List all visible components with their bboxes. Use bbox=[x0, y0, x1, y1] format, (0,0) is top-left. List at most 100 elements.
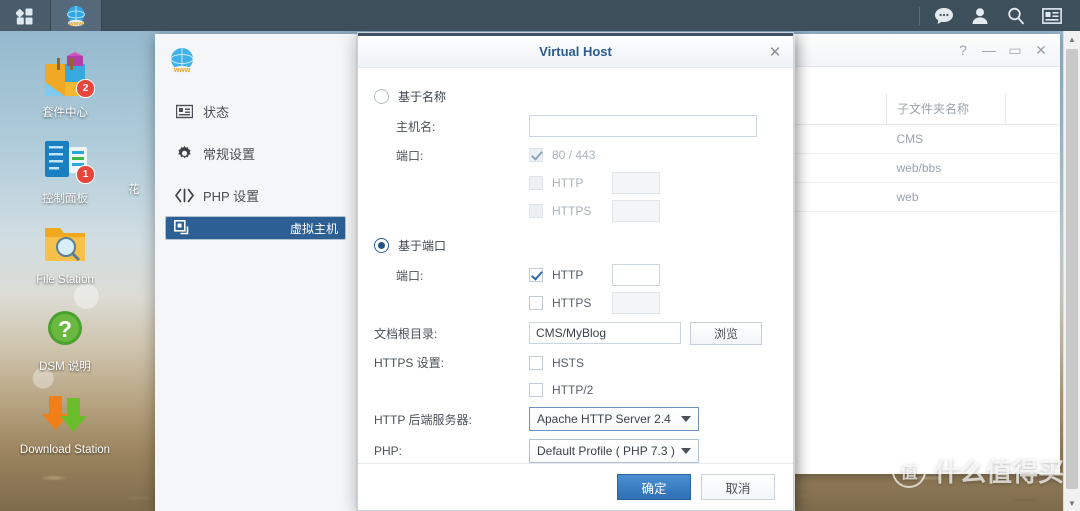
desktop-icon-package-center[interactable]: 2 套件中心 bbox=[10, 48, 120, 120]
desktop-icon-control-panel[interactable]: 1 控制面板 bbox=[10, 134, 120, 206]
http2-label: HTTP/2 bbox=[552, 382, 594, 397]
download-station-icon bbox=[37, 388, 93, 440]
table-row[interactable]: CMS bbox=[786, 124, 1060, 154]
table-header-cell[interactable] bbox=[786, 93, 887, 125]
desktop-icon-dsm-help[interactable]: ? DSM 说明 bbox=[10, 302, 120, 374]
port-based-port-label: 端口: bbox=[396, 268, 424, 283]
port-http-checkbox[interactable] bbox=[529, 268, 543, 282]
dialog-body: 基于名称 主机名: 端口: 80 / 443 HTTP HTTPS 基于端口 端… bbox=[358, 68, 793, 467]
background-window-body: 子文件夹名称 CMS web/bbs web bbox=[786, 67, 1060, 212]
dsm-help-icon: ? bbox=[37, 302, 93, 354]
control-panel-icon: 1 bbox=[37, 134, 95, 186]
port-based-radio-row[interactable]: 基于端口 bbox=[374, 230, 775, 261]
sidebar-item-general-settings[interactable]: 常规设置 bbox=[165, 132, 346, 174]
main-menu-button[interactable] bbox=[0, 0, 51, 31]
table-cell: CMS bbox=[886, 124, 1006, 154]
hostname-row: 主机名: bbox=[374, 111, 775, 141]
file-station-icon bbox=[37, 218, 93, 270]
name-http-checkbox[interactable] bbox=[529, 176, 543, 190]
table-cell bbox=[786, 124, 887, 154]
name-based-port-label: 端口: bbox=[396, 148, 424, 163]
background-window[interactable]: ? — ▭ ✕ 子文件夹名称 CMS web/bbs web bbox=[786, 34, 1060, 474]
desktop-icon-label: 套件中心 bbox=[42, 107, 88, 119]
port-https-checkbox[interactable] bbox=[529, 296, 543, 310]
svg-text:www: www bbox=[173, 67, 191, 74]
widgets-icon[interactable] bbox=[1034, 0, 1070, 31]
php-label: PHP: bbox=[374, 444, 403, 458]
hsts-checkbox[interactable] bbox=[529, 355, 543, 370]
backend-label: HTTP 后端服务器: bbox=[374, 412, 472, 427]
desktop-icon-label: File Station bbox=[36, 274, 94, 286]
gear-icon bbox=[175, 144, 194, 163]
name-https-checkbox[interactable] bbox=[529, 204, 543, 218]
virtual-host-dialog[interactable]: Virtual Host ✕ 基于名称 主机名: 端口: 80 / 443 HT… bbox=[357, 32, 794, 511]
php-select-value: Default Profile ( PHP 7.3 ) bbox=[537, 444, 675, 458]
port-https-input[interactable] bbox=[612, 292, 660, 314]
hsts-row: HTTPS 设置: HSTS bbox=[374, 349, 775, 376]
port-http-label: HTTP bbox=[552, 268, 584, 282]
web-station-sidebar: www 状态 常规设置 PHP 设置 虚拟主机 bbox=[155, 34, 357, 511]
scrollbar-thumb[interactable] bbox=[1066, 49, 1078, 489]
sidebar-item-label: 常规设置 bbox=[203, 146, 256, 162]
port-default-checkbox[interactable] bbox=[529, 148, 543, 162]
search-icon[interactable] bbox=[998, 0, 1034, 31]
table-header-cell[interactable]: 子文件夹名称 bbox=[886, 93, 1006, 125]
table-cell bbox=[1005, 182, 1060, 212]
name-https-port-input[interactable] bbox=[612, 200, 660, 222]
close-icon[interactable]: ✕ bbox=[765, 42, 785, 62]
http2-row: HTTP/2 bbox=[374, 376, 775, 403]
close-icon[interactable]: ✕ bbox=[1028, 37, 1054, 63]
backend-select[interactable]: Apache HTTP Server 2.4 bbox=[529, 407, 699, 431]
maximize-icon[interactable]: ▭ bbox=[1002, 37, 1028, 63]
http2-checkbox[interactable] bbox=[529, 382, 543, 397]
minimize-icon[interactable]: — bbox=[976, 37, 1002, 63]
name-based-http-row: HTTP bbox=[374, 169, 775, 197]
scroll-down-arrow-icon[interactable]: ▼ bbox=[1064, 495, 1080, 511]
docroot-input[interactable] bbox=[529, 322, 681, 344]
cancel-button[interactable]: 取消 bbox=[701, 474, 775, 500]
table-cell: web/bbs bbox=[886, 153, 1006, 183]
sidebar-item-status[interactable]: 状态 bbox=[165, 90, 346, 132]
table-cell bbox=[786, 153, 887, 183]
sidebar-item-label: PHP 设置 bbox=[203, 188, 260, 204]
dialog-titlebar[interactable]: Virtual Host ✕ bbox=[358, 36, 793, 68]
desktop-icon-download-station[interactable]: Download Station bbox=[10, 388, 120, 456]
php-select[interactable]: Default Profile ( PHP 7.3 ) bbox=[529, 439, 699, 463]
port-http-input[interactable] bbox=[612, 264, 660, 286]
port-based-radio[interactable] bbox=[374, 238, 389, 253]
help-icon[interactable]: ? bbox=[950, 37, 976, 63]
table-cell bbox=[786, 182, 887, 212]
hsts-label: HSTS bbox=[552, 355, 585, 370]
name-based-https-row: HTTPS bbox=[374, 197, 775, 225]
taskbar-app-web-station[interactable]: www bbox=[51, 0, 102, 31]
user-account-icon[interactable] bbox=[962, 0, 998, 31]
table-cell bbox=[1005, 153, 1060, 183]
browse-button[interactable]: 浏览 bbox=[690, 321, 762, 345]
sidebar-item-virtual-host[interactable]: 虚拟主机 bbox=[165, 216, 346, 240]
table-header-cell[interactable] bbox=[1005, 93, 1060, 125]
desktop-icon-file-station[interactable]: File Station bbox=[10, 218, 120, 286]
table-row[interactable]: web/bbs bbox=[786, 153, 1060, 183]
name-based-radio-row[interactable]: 基于名称 bbox=[374, 82, 775, 111]
table-row[interactable]: web bbox=[786, 182, 1060, 212]
notifications-icon[interactable] bbox=[926, 0, 962, 31]
windows-stack-icon bbox=[173, 219, 192, 238]
ok-button[interactable]: 确定 bbox=[617, 474, 691, 500]
dialog-title: Virtual Host bbox=[539, 44, 612, 59]
hostname-input[interactable] bbox=[529, 115, 757, 137]
port-based-https-row: HTTPS bbox=[374, 289, 775, 317]
browser-scrollbar[interactable]: ▲ ▼ bbox=[1063, 31, 1080, 511]
dialog-footer: 确定 取消 bbox=[358, 463, 793, 510]
name-based-radio[interactable] bbox=[374, 89, 389, 104]
backend-row: HTTP 后端服务器: Apache HTTP Server 2.4 bbox=[374, 403, 775, 435]
table-cell: web bbox=[886, 182, 1006, 212]
name-http-port-input[interactable] bbox=[612, 172, 660, 194]
package-center-icon: 2 bbox=[37, 48, 95, 100]
scroll-up-arrow-icon[interactable]: ▲ bbox=[1064, 31, 1080, 47]
desktop-icon-label: DSM 说明 bbox=[39, 361, 91, 373]
sidebar-item-php-settings[interactable]: PHP 设置 bbox=[165, 174, 346, 216]
chevron-down-icon bbox=[681, 416, 691, 422]
web-station-icon: www bbox=[67, 5, 85, 27]
status-card-icon bbox=[175, 102, 194, 121]
desktop-icon-label: Download Station bbox=[19, 444, 111, 456]
